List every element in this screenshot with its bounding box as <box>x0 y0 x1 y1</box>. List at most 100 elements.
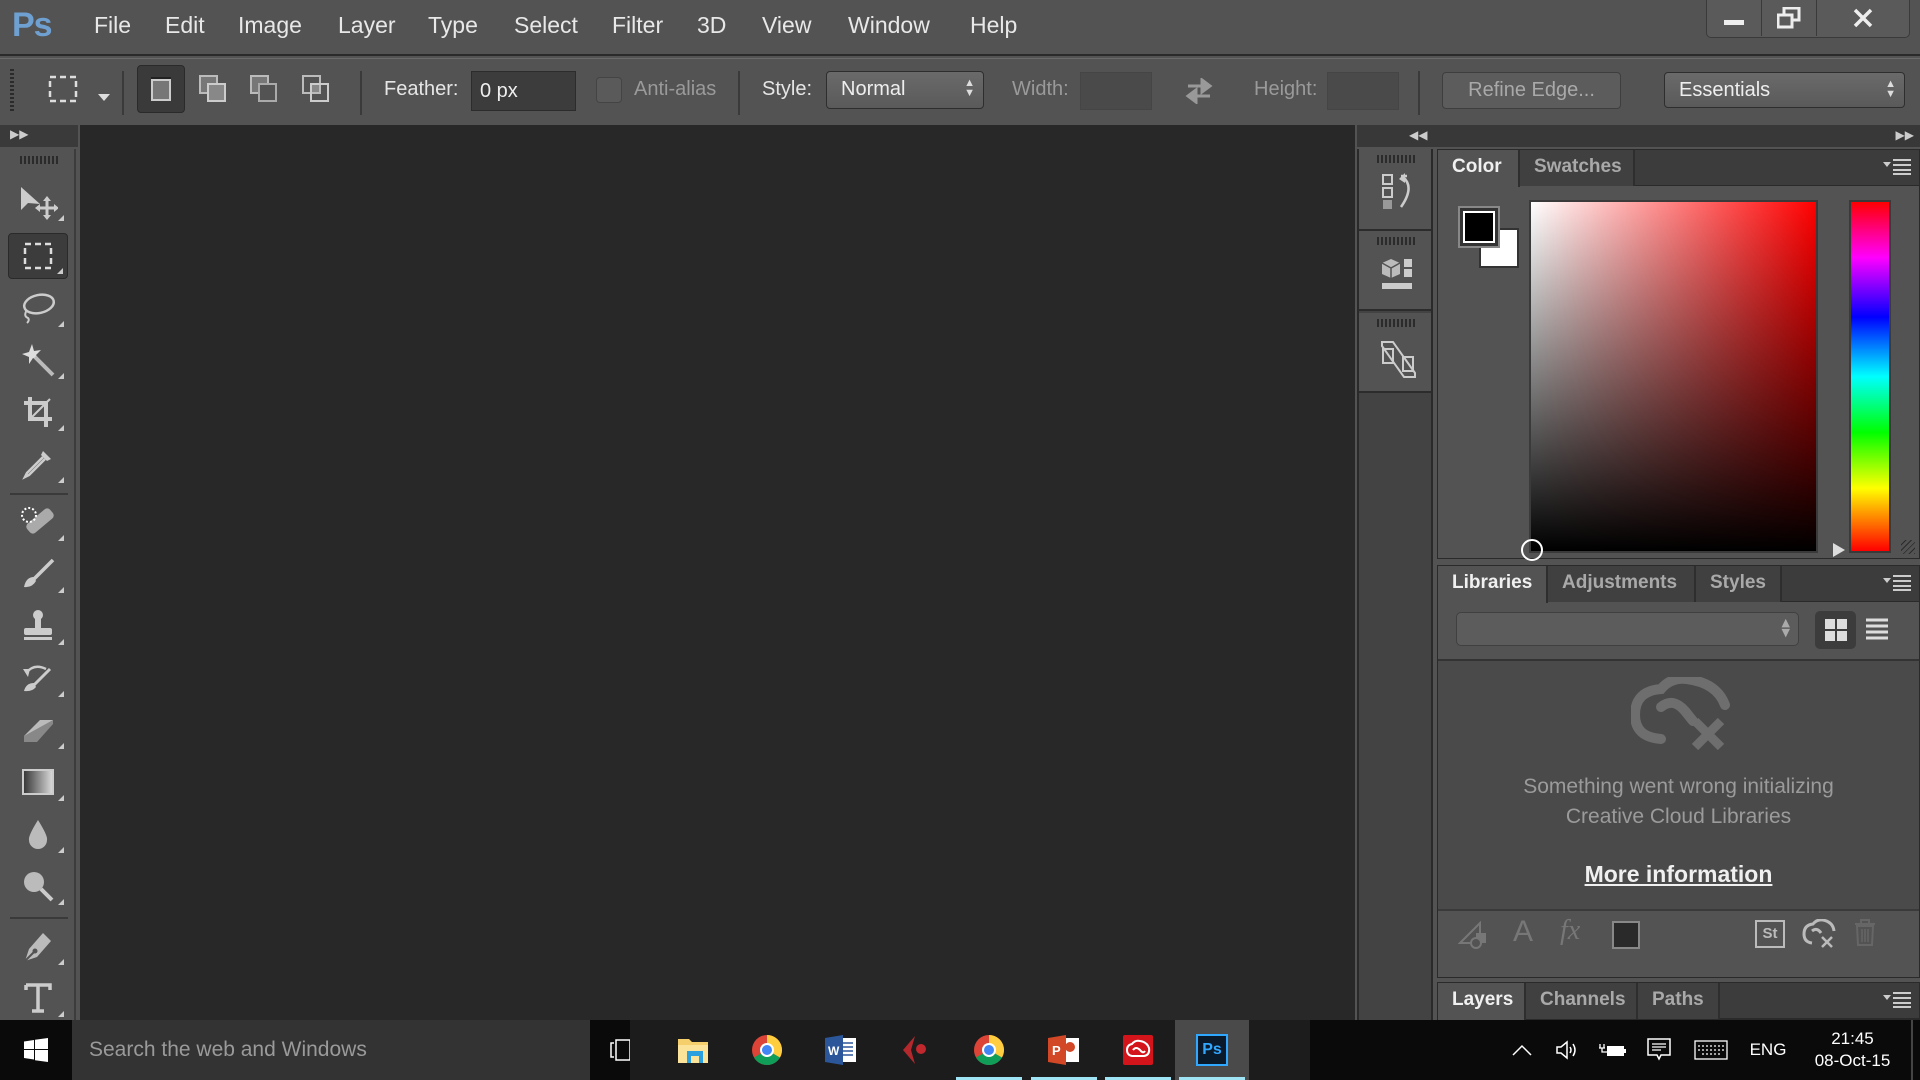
more-information-link[interactable]: More information <box>1585 861 1773 887</box>
dock-transform-button[interactable] <box>1359 313 1431 393</box>
antialias-checkbox[interactable] <box>596 77 622 103</box>
menu-edit[interactable]: Edit <box>165 12 205 39</box>
history-brush-tool[interactable] <box>8 655 68 701</box>
collapse-panels-icon[interactable]: ◀◀ <box>1409 128 1427 142</box>
trash-icon[interactable] <box>1853 917 1877 947</box>
workspace-select[interactable]: Essentials ▲ ▼ <box>1664 72 1905 108</box>
taskbar-powerpoint[interactable]: P <box>1027 1020 1101 1080</box>
tab-color[interactable]: Color <box>1438 150 1520 187</box>
menu-layer[interactable]: Layer <box>338 12 396 39</box>
move-tool[interactable] <box>8 179 68 225</box>
add-character-style-icon[interactable]: A <box>1513 915 1533 949</box>
dodge-tool[interactable] <box>8 863 68 909</box>
pen-tool[interactable] <box>8 923 68 969</box>
menu-type[interactable]: Type <box>428 12 478 39</box>
intersect-selection-button[interactable] <box>292 65 340 113</box>
height-input[interactable] <box>1327 72 1399 110</box>
tab-adjustments[interactable]: Adjustments <box>1548 566 1696 602</box>
rectangular-marquee-tool[interactable] <box>8 233 68 279</box>
add-to-selection-button[interactable] <box>189 65 237 113</box>
taskbar-search-box[interactable]: Search the web and Windows <box>72 1020 590 1080</box>
feather-input[interactable]: 0 px <box>471 71 576 111</box>
tab-channels[interactable]: Channels <box>1526 983 1638 1019</box>
battery-button[interactable] <box>1590 1020 1636 1080</box>
menu-window[interactable]: Window <box>848 12 930 39</box>
action-center-button[interactable] <box>1636 1020 1682 1080</box>
restore-button[interactable] <box>1762 0 1817 36</box>
taskbar-creative-cloud[interactable] <box>1101 1020 1175 1080</box>
resize-grip[interactable] <box>1901 540 1915 554</box>
list-view-button[interactable] <box>1866 618 1888 644</box>
blur-tool[interactable] <box>8 811 68 857</box>
minimize-button[interactable] <box>1707 0 1762 36</box>
crop-tool[interactable] <box>8 389 68 435</box>
menu-help[interactable]: Help <box>970 12 1017 39</box>
taskbar-cubase[interactable] <box>878 1020 952 1080</box>
spot-healing-brush-tool[interactable] <box>8 499 68 545</box>
tab-swatches[interactable]: Swatches <box>1520 150 1635 186</box>
saturation-brightness-field[interactable] <box>1521 200 1818 561</box>
eraser-tool[interactable] <box>8 707 68 753</box>
swap-width-height-button[interactable] <box>1184 77 1214 108</box>
clone-stamp-tool[interactable] <box>8 603 68 649</box>
document-canvas-area[interactable] <box>80 125 1355 1020</box>
taskbar-file-explorer[interactable] <box>656 1020 730 1080</box>
adobe-stock-icon[interactable]: St <box>1755 920 1785 948</box>
menu-filter[interactable]: Filter <box>612 12 663 39</box>
width-input[interactable] <box>1080 72 1152 110</box>
tab-layers[interactable]: Layers <box>1438 983 1526 1020</box>
lasso-tool[interactable] <box>8 285 68 331</box>
add-fill-color-icon[interactable] <box>1612 921 1640 949</box>
dock-3d-button[interactable] <box>1359 231 1431 311</box>
add-graphic-icon[interactable] <box>1458 921 1490 949</box>
magic-wand-tool[interactable] <box>8 337 68 383</box>
toolbar-grip[interactable] <box>20 156 58 164</box>
options-bar-grip[interactable] <box>10 69 14 113</box>
new-selection-button[interactable] <box>137 65 185 113</box>
taskbar-word[interactable]: W <box>804 1020 878 1080</box>
add-layer-style-icon[interactable]: fx <box>1560 915 1580 947</box>
tab-libraries[interactable]: Libraries <box>1438 566 1548 603</box>
tab-styles[interactable]: Styles <box>1696 566 1782 602</box>
tool-preset-picker[interactable] <box>40 65 88 113</box>
brush-tool[interactable] <box>8 551 68 597</box>
style-select[interactable]: Normal ▲ ▼ <box>826 71 984 109</box>
clock[interactable]: 21:45 08-Oct-15 <box>1800 1020 1905 1080</box>
show-hidden-icons-button[interactable] <box>1500 1020 1544 1080</box>
menu-3d[interactable]: 3D <box>697 12 726 39</box>
menu-image[interactable]: Image <box>238 12 302 39</box>
cc-sync-error-icon[interactable] <box>1802 919 1836 949</box>
type-tool[interactable] <box>8 975 68 1021</box>
menu-file[interactable]: File <box>94 12 131 39</box>
toolbar-header[interactable]: ▶▶ <box>0 125 78 147</box>
menu-select[interactable]: Select <box>514 12 578 39</box>
touch-keyboard-button[interactable] <box>1688 1020 1734 1080</box>
refine-edge-button[interactable]: Refine Edge... <box>1442 72 1621 109</box>
hue-slider-handle[interactable] <box>1832 542 1846 558</box>
taskbar-chrome-2[interactable] <box>952 1020 1026 1080</box>
panel-menu-icon[interactable] <box>1883 574 1913 592</box>
volume-button[interactable] <box>1545 1020 1589 1080</box>
subtract-from-selection-button[interactable] <box>240 65 288 113</box>
start-button[interactable] <box>0 1020 72 1080</box>
library-select[interactable]: ▲ ▼ <box>1456 612 1799 646</box>
expand-panels-icon[interactable]: ▶▶ <box>1896 128 1914 142</box>
color-picker-cursor[interactable] <box>1521 539 1543 561</box>
tab-paths[interactable]: Paths <box>1638 983 1720 1019</box>
taskbar-photoshop[interactable]: Ps <box>1175 1020 1249 1080</box>
panel-menu-icon[interactable] <box>1883 158 1913 176</box>
grid-view-button[interactable] <box>1815 611 1856 649</box>
menu-view[interactable]: View <box>762 12 811 39</box>
dock-history-button[interactable] <box>1359 149 1431 231</box>
eyedropper-tool[interactable] <box>8 441 68 487</box>
language-indicator[interactable]: ENG <box>1748 1020 1788 1080</box>
close-button[interactable] <box>1817 0 1909 36</box>
foreground-color-swatch-front[interactable] <box>1458 206 1500 248</box>
taskbar-chrome[interactable] <box>730 1020 804 1080</box>
gradient-tool[interactable] <box>8 759 68 805</box>
show-desktop-button[interactable] <box>1911 1020 1913 1080</box>
hue-slider[interactable] <box>1849 200 1891 553</box>
panel-menu-icon[interactable] <box>1883 991 1913 1009</box>
expand-toolbar-icon[interactable]: ▶▶ <box>10 127 28 141</box>
chevron-down-icon[interactable] <box>98 87 110 106</box>
